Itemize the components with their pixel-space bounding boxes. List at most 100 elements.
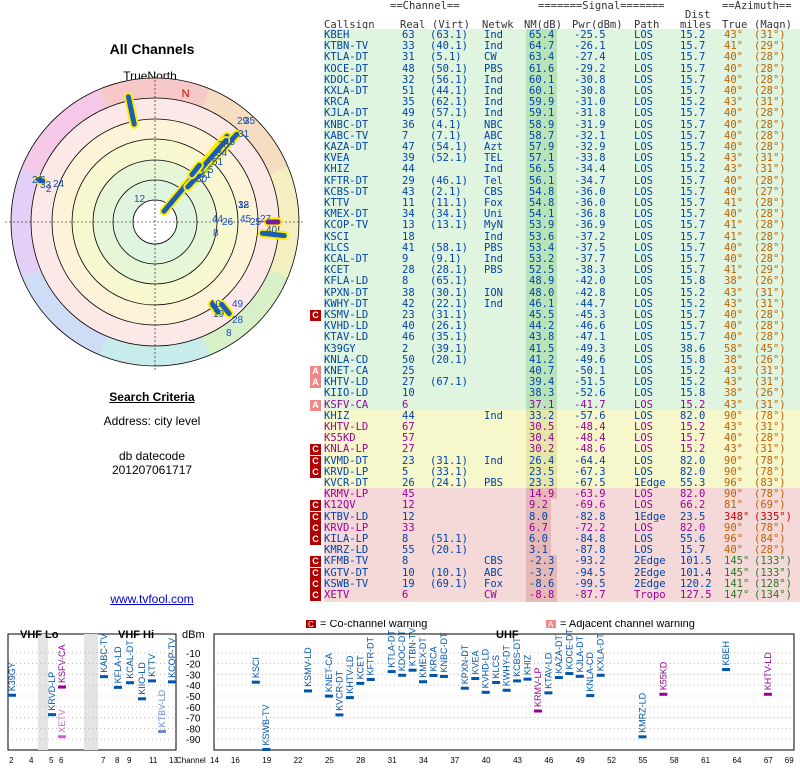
vhf-channel-tick: 8 (115, 756, 120, 765)
spectrum-station-label: KOCE-DT (564, 629, 574, 670)
spectrum-marker (251, 680, 260, 684)
table-row[interactable]: XETV 6 CW -8.8 -87.7 Tropo 127.5 147° (134°) (324, 589, 800, 602)
vhf-gap-band (84, 634, 98, 750)
spectrum-station-label: KVHD-LD (481, 648, 491, 688)
spectrum-station-label: KTBN-TV (408, 628, 418, 667)
spectrum-station-label: KTBV-LD (157, 689, 167, 727)
spectrum-station-label: KCAL-DT (125, 640, 135, 679)
dbm-tick-label: -60 (186, 703, 201, 714)
station-channel-label: 30 (196, 174, 208, 185)
spectrum-marker (523, 677, 532, 681)
co-channel-warning-icon: C (310, 310, 321, 321)
pwr-cell: -87.7 (574, 589, 606, 601)
co-channel-warning-icon: C (310, 578, 321, 590)
spectrum-station-label: KAZA-DT (554, 635, 564, 674)
spectrum-marker (419, 680, 428, 684)
spectrum-marker (100, 675, 108, 679)
dbm-tick-label: -20 (186, 660, 201, 671)
station-channel-label: 49 (232, 299, 244, 310)
adjacent-legend-text: = Adjacent channel warning (560, 620, 695, 630)
spectrum-marker (481, 690, 490, 694)
spectrum-station-label: KMEX-DT (418, 637, 428, 678)
spectrum-marker (763, 692, 772, 696)
spectrum-marker (356, 681, 365, 685)
vhf-channel-tick: 2 (9, 756, 14, 765)
spectrum-marker (366, 677, 375, 681)
callsign-cell: XETV (324, 589, 350, 601)
spectrum-station-label: KCET (355, 655, 365, 680)
spectrum-station-label: KTLA-DT (387, 630, 397, 668)
station-channel-label: 51 (212, 157, 224, 168)
tvfool-link[interactable]: www.tvfool.com (20, 592, 284, 606)
co-channel-warning-icon: C (310, 567, 321, 579)
vhf-channel-tick: 7 (101, 756, 106, 765)
spectrum-station-label: KHTV-LD (345, 655, 355, 694)
spectrum-station-label: K55KD (658, 661, 668, 690)
vhf-channel-tick: 5 (49, 756, 54, 765)
adjacent-legend-icon-letter: A (548, 620, 554, 629)
spectrum-marker (471, 677, 480, 681)
co-channel-warning-icon: C (310, 534, 321, 545)
spectrum-station-label: KBEH (721, 641, 731, 666)
uhf-channel-tick: 67 (764, 756, 773, 765)
spectrum-marker (722, 668, 731, 672)
spectrum-marker (158, 729, 166, 733)
channel-group-header: ==Channel== (390, 0, 460, 12)
adjacent-channel-warning-icon: A (310, 366, 321, 377)
vhf-channel-tick: 13 (169, 756, 178, 765)
station-channel-label: 8 (213, 228, 219, 239)
vhf-channel-tick: 9 (127, 756, 132, 765)
dbm-tick-label: -50 (186, 692, 201, 703)
uhf-channel-tick: 43 (513, 756, 522, 765)
spectrum-station-label: KRMV-LP (533, 667, 543, 707)
vhf-channel-tick: 6 (59, 756, 64, 765)
magnetic-north-label: N (182, 88, 190, 100)
adjacent-channel-warning-icon: A (310, 399, 321, 411)
uhf-channel-tick: 28 (356, 756, 365, 765)
spectrum-marker (439, 674, 448, 678)
spectrum-marker (58, 735, 66, 739)
spectrum-marker (586, 694, 595, 698)
spectrum-station-label: KNBC-DT (439, 632, 449, 673)
uhf-channel-tick: 64 (733, 756, 742, 765)
station-channel-label: 26 (222, 217, 234, 228)
spectrum-station-label: K39GY (7, 662, 17, 691)
spectrum-chart: C = Co-channel warning A = Adjacent channel… (7, 618, 795, 765)
real-cell: 6 (402, 589, 409, 601)
spectrum-station-label: KDOC-DT (397, 630, 407, 671)
spectrum-marker (513, 679, 522, 683)
co-channel-warning-icon: C (310, 455, 321, 467)
spectrum-station-label: KSMV-LD (303, 647, 313, 687)
signal-group-header: =======Signal======= (538, 0, 665, 12)
uhf-channel-tick: 16 (231, 756, 240, 765)
spectrum-marker (398, 673, 407, 677)
page-title: All Channels (109, 41, 195, 57)
spectrum-station-label: KXLA-DT (596, 633, 606, 672)
co-channel-warning-icon: C (310, 511, 321, 523)
dbm-tick-label: -90 (186, 735, 201, 746)
station-channel-label: 19 (213, 309, 225, 320)
co-channel-warning-icon: C (310, 556, 321, 568)
co-channel-warning-icon: C (310, 466, 321, 478)
spectrum-station-label: KRVD-LP (47, 672, 57, 711)
spectrum-marker (544, 691, 553, 695)
spectrum-station-label: KSCI (251, 657, 261, 678)
spectrum-marker (114, 685, 122, 689)
vhf-channel-tick: 4 (29, 756, 34, 765)
spectrum-marker (304, 689, 313, 693)
spectrum-station-label: KWHY-DT (502, 645, 512, 687)
dbm-tick-label: -40 (186, 681, 201, 692)
spectrum-marker (345, 696, 354, 700)
co-channel-warning-icon: C (310, 444, 321, 456)
spectrum-station-label: KFLA-LD (113, 646, 123, 684)
spectrum-station-label: KTAV-LD (543, 652, 553, 689)
spectrum-marker (408, 668, 417, 672)
azimuth-group-header: ==Azimuth== (722, 0, 792, 12)
spectrum-station-label: KHIZ (523, 654, 533, 675)
spectrum-marker (596, 673, 605, 677)
datecode-value: 201207061717 (111, 463, 193, 477)
spectrum-marker (335, 713, 344, 717)
spectrum-station-label: KRCA (428, 646, 438, 671)
spectrum-station-label: KFTR-DT (366, 636, 376, 675)
station-channel-label: 24 (53, 179, 65, 190)
